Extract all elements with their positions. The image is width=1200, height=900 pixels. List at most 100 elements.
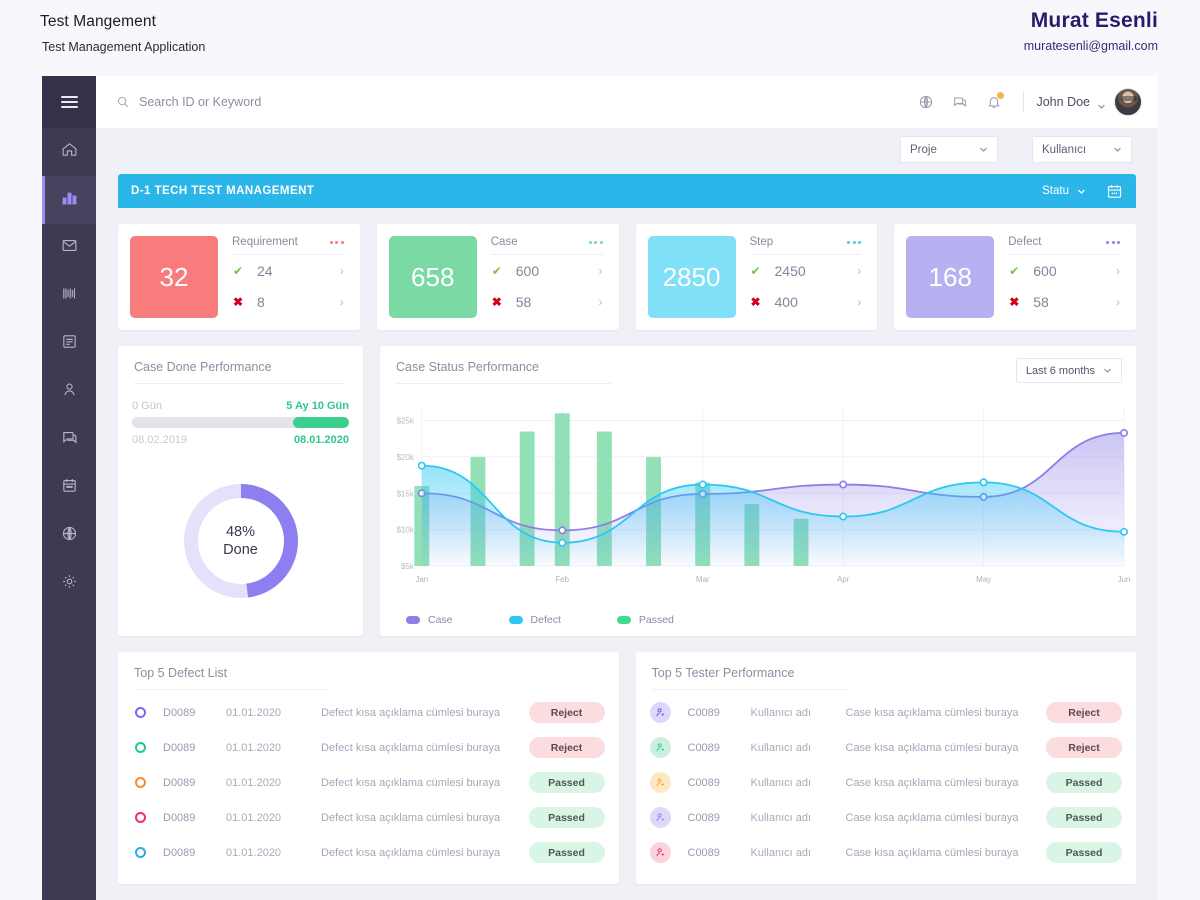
stat-passed-row[interactable]: ✔ 24 › [232,255,344,287]
stat-passed-value: 600 [1033,262,1057,279]
legend-item-passed[interactable]: Passed [616,614,674,626]
defect-list-rows: D0089 01.01.2020 Defect kısa açıklama cüml… [118,690,619,870]
svg-text:Mar: Mar [696,575,710,584]
sidebar-item-globe[interactable] [42,512,96,560]
barcode-icon [61,285,78,307]
stat-total-box: 658 [388,236,477,318]
stat-label: Case [490,236,518,248]
middle-row: Case Done Performance 0 Gün 5 Ay 10 Gün … [118,346,1136,636]
page-title: Test Mangement [40,13,156,30]
sidebar-item-reports[interactable] [42,320,96,368]
gear-icon [61,573,78,595]
tester-description: Case kısa açıklama cümlesi buraya [845,811,1019,824]
status-badge[interactable]: Reject [528,702,605,723]
avatar[interactable] [1114,88,1142,116]
stat-total-box: 2850 [647,236,736,318]
user-filter-value: Kullanıcı [1042,143,1087,156]
status-ring-icon [135,777,146,788]
user-filter-select[interactable]: Kullanıcı [1032,136,1132,163]
calendar-icon[interactable] [1102,179,1126,203]
defect-list-row[interactable]: D0089 01.01.2020 Defect kısa açıklama cüml… [132,835,605,870]
chevron-right-icon: › [339,263,344,278]
stat-card-step: 2850 Step ✔ 2450 › ✖ 400 › [635,224,878,330]
date-end: 08.01.2020 [293,434,349,446]
sidebar-item-mail[interactable] [42,224,96,272]
cross-icon: ✖ [1009,295,1020,310]
status-ring-icon [135,707,146,718]
page-subtitle: Test Management Application [42,40,206,54]
defect-list-row[interactable]: D0089 01.01.2020 Defect kısa açıklama cüml… [132,695,605,730]
user-menu[interactable]: John Doe [1036,95,1106,109]
stat-failed-row[interactable]: ✖ 58 › [1008,287,1120,319]
status-select[interactable]: Statu [1042,185,1086,197]
check-icon: ✔ [232,263,244,278]
stat-failed-row[interactable]: ✖ 58 › [491,287,603,319]
globe-icon[interactable] [909,85,943,119]
svg-text:Jun: Jun [1118,575,1131,584]
tester-performance-row[interactable]: C0089 Kullanıcı adı Case kısa açıklama cüm… [649,765,1122,800]
sidebar-item-calendar[interactable] [42,464,96,512]
author-email: muratesenli@gmail.com [1023,39,1158,53]
status-badge[interactable]: Reject [1046,737,1122,758]
stat-passed-row[interactable]: ✔ 600 › [1008,255,1120,287]
status-badge[interactable]: Passed [1046,807,1122,828]
defect-list-row[interactable]: D0089 01.01.2020 Defect kısa açıklama cüml… [132,730,605,765]
user-plus-icon [649,737,671,758]
sidebar-item-dashboard[interactable] [42,176,96,224]
sidebar-item-settings[interactable] [42,560,96,608]
search-input[interactable] [139,95,439,109]
sidebar-item-users[interactable] [42,368,96,416]
tester-performance-row[interactable]: C0089 Kullanıcı adı Case kısa açıklama cüm… [649,835,1122,870]
chat-icon[interactable] [943,85,977,119]
status-badge[interactable]: Reject [1046,702,1122,723]
legend-item-case[interactable]: Case [406,614,453,626]
tester-performance-row[interactable]: C0089 Kullanıcı adı Case kısa açıklama cüm… [649,695,1122,730]
sidebar-item-barcode[interactable] [42,272,96,320]
stat-passed-row[interactable]: ✔ 600 › [491,255,603,287]
defect-list-row[interactable]: D0089 01.01.2020 Defect kısa açıklama cüml… [132,765,605,800]
defect-list-row[interactable]: D0089 01.01.2020 Defect kısa açıklama cüml… [132,800,605,835]
chevron-right-icon: › [1116,295,1120,310]
chat-icon [61,429,78,451]
stat-passed-value: 2450 [774,262,806,279]
hamburger-menu-icon[interactable] [42,76,96,128]
svg-text:$20k: $20k [397,453,414,462]
filters-row: Proje Kullanıcı [96,128,1158,174]
chevron-down-icon [1077,187,1086,196]
status-badge[interactable]: Passed [1046,842,1122,863]
project-filter-value: Proje [910,143,937,156]
sidebar-item-home[interactable] [42,128,96,176]
donut-wrap: 48% Done [118,484,363,598]
tester-username: Kullanıcı adı [750,846,812,859]
author-name: Murat Esenli [1030,9,1158,32]
defect-date: 01.01.2020 [226,706,282,719]
project-filter-select[interactable]: Proje [900,136,998,163]
stat-passed-row[interactable]: ✔ 2450 › [750,255,861,287]
check-icon: ✔ [1009,263,1020,278]
more-options-icon[interactable] [588,240,603,244]
status-badge[interactable]: Passed [528,772,605,793]
project-bar-actions: Statu [1042,179,1126,203]
cross-icon: ✖ [750,295,761,310]
stat-failed-row[interactable]: ✖ 400 › [750,287,861,319]
tester-id: C0089 [687,741,720,754]
sidebar-item-messages[interactable] [42,416,96,464]
more-options-icon[interactable] [1106,240,1120,244]
tester-performance-row[interactable]: C0089 Kullanıcı adı Case kısa açıklama cüm… [649,800,1122,835]
tester-performance-row[interactable]: C0089 Kullanıcı adı Case kısa açıklama cüm… [649,730,1122,765]
bell-icon[interactable] [977,85,1011,119]
more-options-icon[interactable] [329,240,344,244]
stat-cards: 32 Requirement ✔ 24 › ✖ 8 › 658 Case ✔ 6… [118,224,1136,330]
defect-date: 01.01.2020 [226,741,282,754]
legend-item-defect[interactable]: Defect [508,614,561,626]
status-badge[interactable]: Passed [528,807,605,828]
more-options-icon[interactable] [847,240,862,244]
stat-card-defect: 168 Defect ✔ 600 › ✖ 58 › [894,224,1136,330]
stat-failed-row[interactable]: ✖ 8 › [232,287,344,319]
stat-label: Step [749,236,774,248]
status-badge[interactable]: Reject [528,737,605,758]
status-badge[interactable]: Passed [528,842,605,863]
status-badge[interactable]: Passed [1046,772,1122,793]
chart-range-select[interactable]: Last 6 months [1015,358,1122,383]
status-select-label: Statu [1042,185,1069,197]
